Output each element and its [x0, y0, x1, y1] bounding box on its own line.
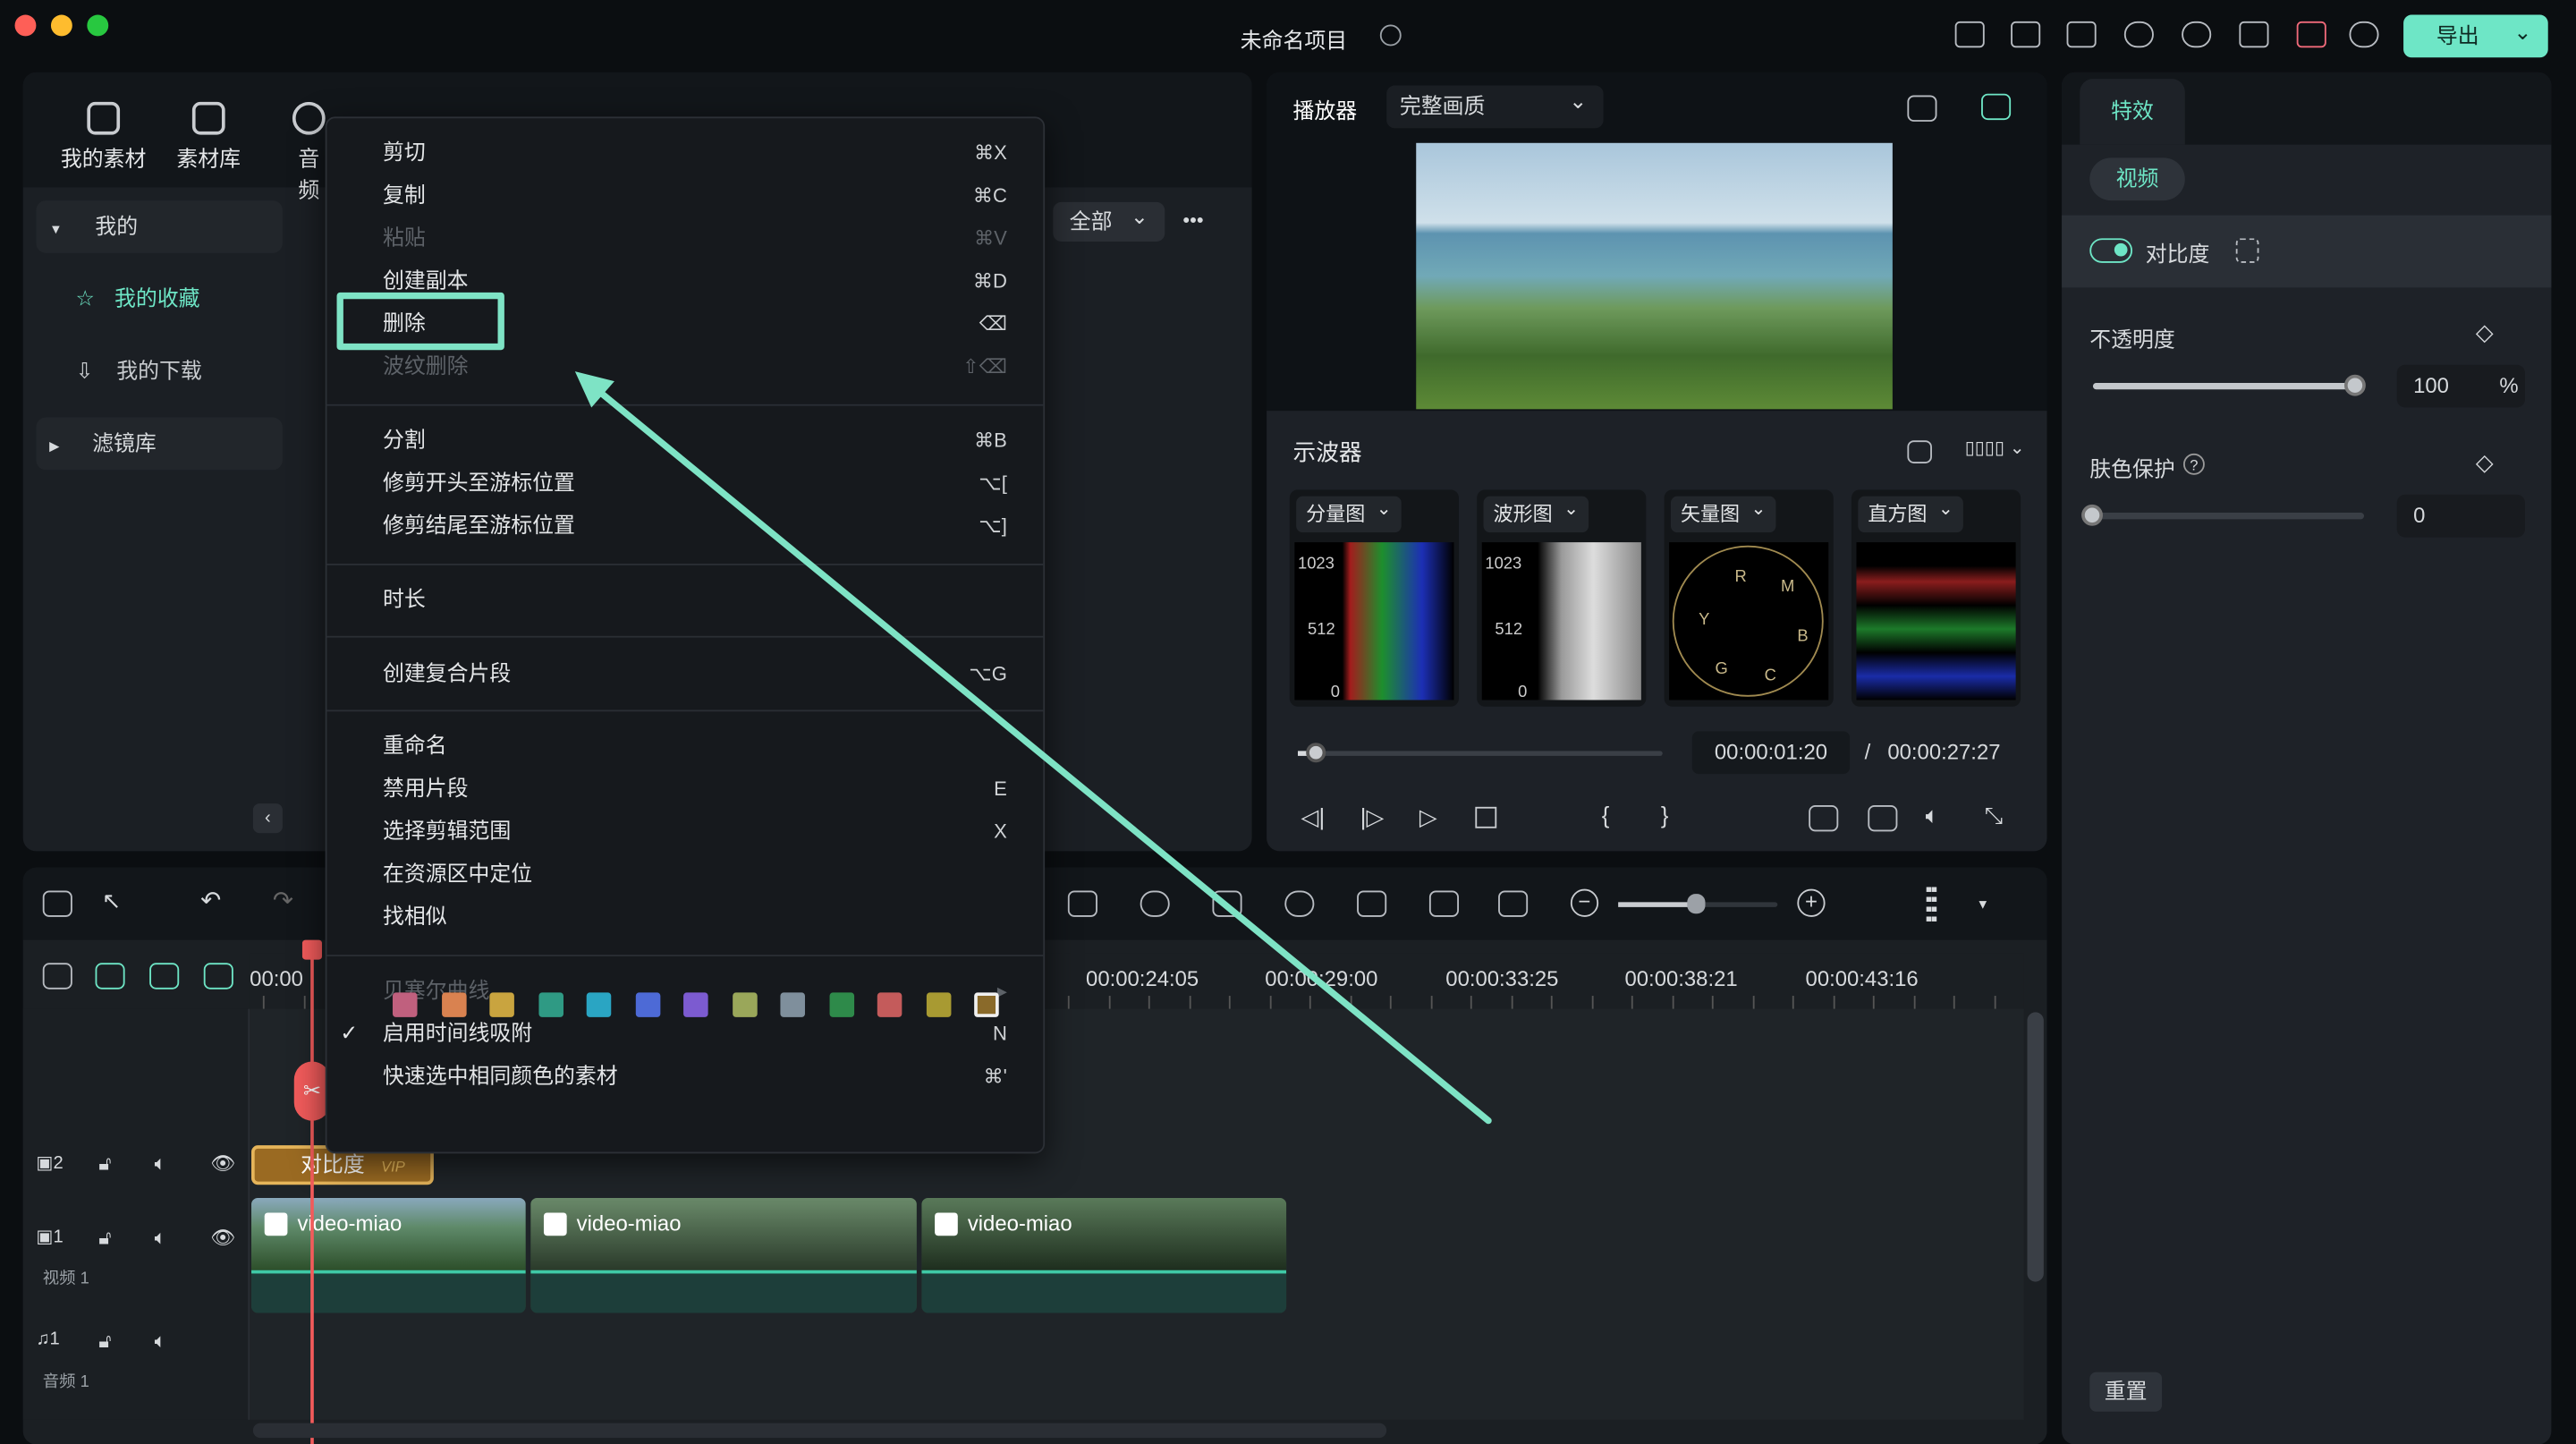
annotation-arrow	[574, 371, 1492, 1125]
app-window: 未命名项目 导出 ⌄ 我的素材 素材库 音频 ▼ 我的 ☆ 我的收藏 ⇩ 我的下载 ▶ 滤…	[0, 0, 2576, 1444]
arrow-line	[591, 384, 1492, 1125]
